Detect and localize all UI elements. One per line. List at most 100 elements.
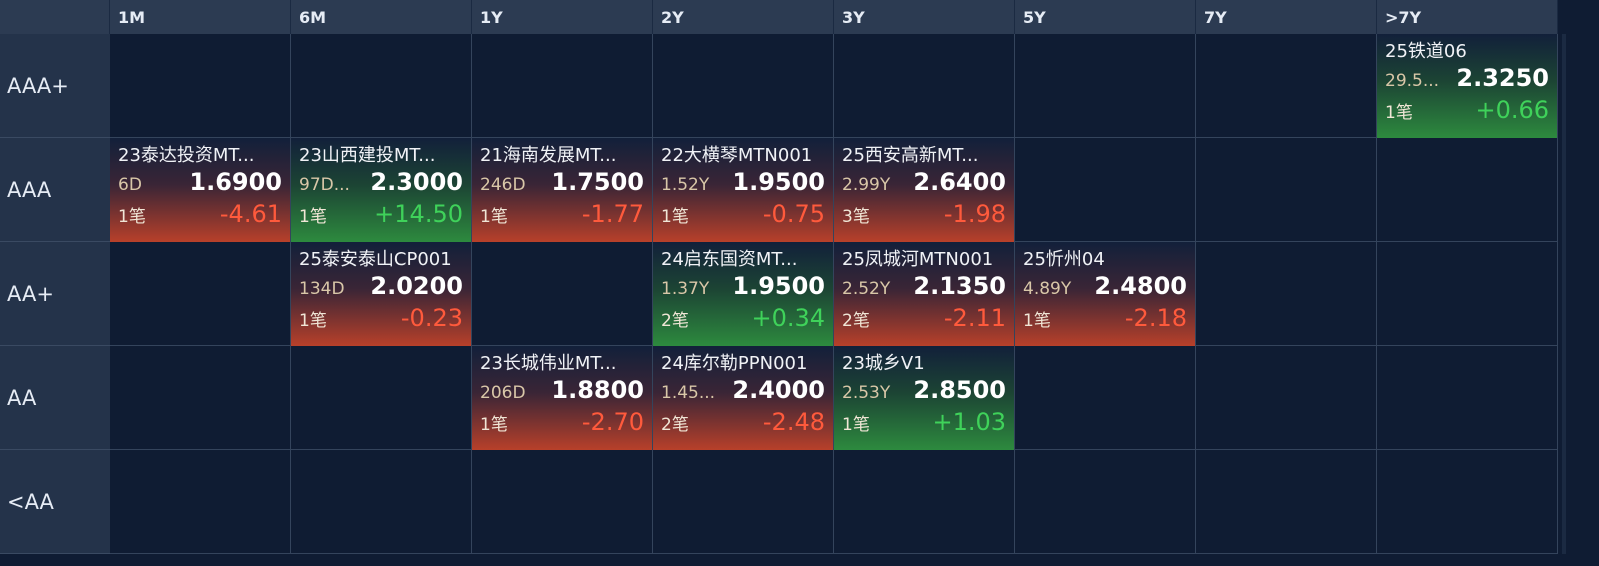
- matrix-cell[interactable]: [110, 346, 291, 450]
- column-header-3[interactable]: 2Y: [653, 0, 834, 34]
- matrix-cell[interactable]: [1377, 450, 1558, 554]
- bp-change: +0.66: [1475, 96, 1549, 124]
- matrix-cell[interactable]: [1196, 450, 1377, 554]
- matrix-cell[interactable]: [1015, 450, 1196, 554]
- bond-card[interactable]: 25凤城河MTN001 2.52Y 2.1350 2笔 -2.11: [834, 242, 1014, 346]
- matrix-cell[interactable]: [834, 450, 1015, 554]
- matrix-cell[interactable]: 25铁道06 29.5... 2.3250 1笔 +0.66: [1377, 34, 1558, 138]
- column-header-2[interactable]: 1Y: [472, 0, 653, 34]
- bond-term: 6D: [118, 175, 142, 195]
- bp-change: -2.11: [943, 304, 1006, 332]
- matrix-cell[interactable]: [1377, 346, 1558, 450]
- matrix-cell[interactable]: [1196, 346, 1377, 450]
- bond-yield: 2.6400: [913, 168, 1006, 196]
- row-label-0: AAA+: [0, 34, 110, 138]
- matrix-cell[interactable]: [834, 34, 1015, 138]
- bond-card[interactable]: 25忻州04 4.89Y 2.4800 1笔 -2.18: [1015, 242, 1195, 346]
- trade-count: 1笔: [118, 207, 146, 227]
- bond-term: 246D: [480, 175, 526, 195]
- bond-card[interactable]: 23山西建投MT... 97D... 2.3000 1笔 +14.50: [291, 138, 471, 242]
- bond-card[interactable]: 24启东国资MT... 1.37Y 1.9500 2笔 +0.34: [653, 242, 833, 346]
- trade-count: 2笔: [661, 311, 689, 331]
- matrix-cell[interactable]: [110, 242, 291, 346]
- bond-card[interactable]: 23长城伟业MT... 206D 1.8800 1笔 -2.70: [472, 346, 652, 450]
- trade-count: 1笔: [1385, 103, 1413, 123]
- matrix-cell[interactable]: [291, 346, 472, 450]
- column-header-4[interactable]: 3Y: [834, 0, 1015, 34]
- bond-name: 23山西建投MT...: [299, 145, 436, 166]
- row-label-1: AAA: [0, 138, 110, 242]
- rating-term-matrix: 1M 6M 1Y 2Y 3Y 5Y 7Y >7Y AAA+ 25铁道06 29.5... 2.3250…: [0, 0, 1558, 554]
- bond-card[interactable]: 23泰达投资MT... 6D 1.6900 1笔 -4.61: [110, 138, 290, 242]
- column-header-0[interactable]: 1M: [110, 0, 291, 34]
- matrix-cell[interactable]: [472, 242, 653, 346]
- bond-term: 2.52Y: [842, 279, 891, 299]
- bond-card[interactable]: 25铁道06 29.5... 2.3250 1笔 +0.66: [1377, 34, 1557, 138]
- matrix-cell[interactable]: [1015, 346, 1196, 450]
- matrix-cell[interactable]: 25凤城河MTN001 2.52Y 2.1350 2笔 -2.11: [834, 242, 1015, 346]
- matrix-cell[interactable]: [1377, 138, 1558, 242]
- matrix-cell[interactable]: [1196, 34, 1377, 138]
- matrix-cell[interactable]: 25泰安泰山CP001 134D 2.0200 1笔 -0.23: [291, 242, 472, 346]
- vertical-scrollbar[interactable]: [1562, 34, 1566, 554]
- matrix-cell[interactable]: [472, 450, 653, 554]
- matrix-cell[interactable]: [110, 34, 291, 138]
- bond-name: 24启东国资MT...: [661, 249, 798, 270]
- bond-card[interactable]: 25泰安泰山CP001 134D 2.0200 1笔 -0.23: [291, 242, 471, 346]
- matrix-cell[interactable]: [291, 450, 472, 554]
- column-header-1[interactable]: 6M: [291, 0, 472, 34]
- bond-card[interactable]: 25西安高新MT... 2.99Y 2.6400 3笔 -1.98: [834, 138, 1014, 242]
- matrix-cell[interactable]: 24库尔勒PPN001 1.45... 2.4000 2笔 -2.48: [653, 346, 834, 450]
- matrix-cell[interactable]: 25忻州04 4.89Y 2.4800 1笔 -2.18: [1015, 242, 1196, 346]
- trade-count: 1笔: [480, 207, 508, 227]
- bond-name: 25西安高新MT...: [842, 145, 979, 166]
- bp-change: -2.70: [581, 408, 644, 436]
- bond-yield: 1.8800: [551, 376, 644, 404]
- bond-term: 2.53Y: [842, 383, 891, 403]
- bond-yield: 1.9500: [732, 272, 825, 300]
- bond-yield: 1.7500: [551, 168, 644, 196]
- row-label-2: AA+: [0, 242, 110, 346]
- bond-yield: 2.0200: [370, 272, 463, 300]
- bond-term: 134D: [299, 279, 345, 299]
- bond-term: 4.89Y: [1023, 279, 1072, 299]
- bond-name: 23城乡V1: [842, 353, 925, 374]
- matrix-cell[interactable]: [653, 34, 834, 138]
- matrix-cell[interactable]: [1196, 138, 1377, 242]
- matrix-cell[interactable]: 25西安高新MT... 2.99Y 2.6400 3笔 -1.98: [834, 138, 1015, 242]
- bond-card[interactable]: 21海南发展MT... 246D 1.7500 1笔 -1.77: [472, 138, 652, 242]
- row-label-4: <AA: [0, 450, 110, 554]
- matrix-cell[interactable]: [1015, 138, 1196, 242]
- matrix-cell[interactable]: [1196, 242, 1377, 346]
- matrix-cell[interactable]: [291, 34, 472, 138]
- matrix-cell[interactable]: [110, 450, 291, 554]
- matrix-cell[interactable]: [653, 450, 834, 554]
- matrix-cell[interactable]: 23城乡V1 2.53Y 2.8500 1笔 +1.03: [834, 346, 1015, 450]
- bp-change: -1.77: [581, 200, 644, 228]
- bond-yield: 1.9500: [732, 168, 825, 196]
- bond-card[interactable]: 22大横琴MTN001 1.52Y 1.9500 1笔 -0.75: [653, 138, 833, 242]
- matrix-cell[interactable]: 23泰达投资MT... 6D 1.6900 1笔 -4.61: [110, 138, 291, 242]
- header-corner: [0, 0, 110, 34]
- matrix-cell[interactable]: 21海南发展MT... 246D 1.7500 1笔 -1.77: [472, 138, 653, 242]
- bp-change: +0.34: [751, 304, 825, 332]
- matrix-cell[interactable]: 24启东国资MT... 1.37Y 1.9500 2笔 +0.34: [653, 242, 834, 346]
- trade-count: 2笔: [842, 311, 870, 331]
- bond-name: 25忻州04: [1023, 249, 1105, 270]
- bond-term: 29.5...: [1385, 71, 1440, 91]
- column-header-6[interactable]: 7Y: [1196, 0, 1377, 34]
- bond-name: 23泰达投资MT...: [118, 145, 255, 166]
- matrix-cell[interactable]: [1015, 34, 1196, 138]
- matrix-cell[interactable]: 23山西建投MT... 97D... 2.3000 1笔 +14.50: [291, 138, 472, 242]
- matrix-cell[interactable]: 22大横琴MTN001 1.52Y 1.9500 1笔 -0.75: [653, 138, 834, 242]
- column-header-7[interactable]: >7Y: [1377, 0, 1558, 34]
- bp-change: -0.23: [400, 304, 463, 332]
- bond-card[interactable]: 23城乡V1 2.53Y 2.8500 1笔 +1.03: [834, 346, 1014, 450]
- bond-card[interactable]: 24库尔勒PPN001 1.45... 2.4000 2笔 -2.48: [653, 346, 833, 450]
- bond-yield: 1.6900: [189, 168, 282, 196]
- column-header-5[interactable]: 5Y: [1015, 0, 1196, 34]
- bond-yield: 2.8500: [913, 376, 1006, 404]
- matrix-cell[interactable]: [1377, 242, 1558, 346]
- matrix-cell[interactable]: [472, 34, 653, 138]
- matrix-cell[interactable]: 23长城伟业MT... 206D 1.8800 1笔 -2.70: [472, 346, 653, 450]
